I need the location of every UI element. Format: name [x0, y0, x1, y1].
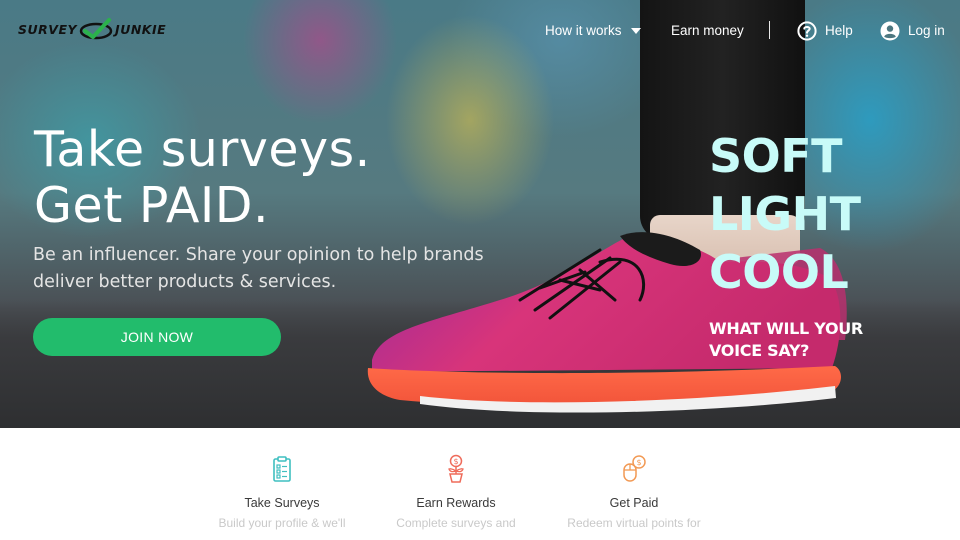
promo-slogan: SOFT LIGHT COOL	[709, 127, 861, 301]
nav-how-it-works-label: How it works	[545, 23, 622, 38]
money-plant-icon: $	[448, 454, 464, 483]
feature-desc: Build your profile & we'll	[218, 516, 346, 530]
svg-text:$: $	[636, 458, 641, 467]
promo-line-light: LIGHT	[709, 187, 861, 241]
logo-text-right: JUNKIE	[115, 21, 167, 37]
chevron-down-icon	[630, 28, 641, 34]
hero-subhead: Be an influencer. Share your opinion to …	[33, 245, 484, 292]
hero-headline: Take surveys. Get PAID.	[34, 121, 371, 234]
svg-text:$: $	[453, 457, 458, 466]
nav-divider	[769, 21, 770, 39]
mouse-coin-icon: $	[623, 455, 646, 482]
join-now-button[interactable]: JOIN NOW	[33, 318, 281, 356]
help-icon	[797, 21, 817, 41]
nav-login[interactable]: Log in	[880, 21, 945, 41]
top-nav: SURVEY JUNKIE How it works Earn money He…	[0, 0, 960, 62]
nav-help[interactable]: Help	[797, 21, 853, 41]
nav-earn-money-label: Earn money	[671, 23, 744, 38]
promo-line-soft: SOFT	[709, 129, 843, 183]
user-icon	[880, 21, 900, 41]
feature-title: Get Paid	[609, 496, 659, 510]
nav-earn-money[interactable]: Earn money	[671, 22, 744, 40]
feature-title: Take Surveys	[244, 496, 320, 510]
promo-tagline: WHAT WILL YOUR VOICE SAY?	[709, 319, 863, 360]
feature-desc: Redeem virtual points for	[567, 516, 701, 530]
logo-text-left: SURVEY	[18, 21, 78, 37]
logo-swoosh-icon	[79, 18, 113, 40]
nav-login-label: Log in	[908, 23, 945, 38]
survey-junkie-logo[interactable]: SURVEY JUNKIE	[18, 14, 166, 44]
feature-title: Earn Rewards	[416, 496, 496, 510]
feature-desc: Complete surveys and	[396, 516, 516, 530]
clipboard-icon	[273, 456, 291, 482]
features-section: Take Surveys Build your profile & we'll …	[0, 428, 960, 540]
promo-line-cool: COOL	[709, 245, 849, 299]
nav-help-label: Help	[825, 23, 853, 38]
nav-how-it-works[interactable]: How it works	[545, 22, 641, 40]
